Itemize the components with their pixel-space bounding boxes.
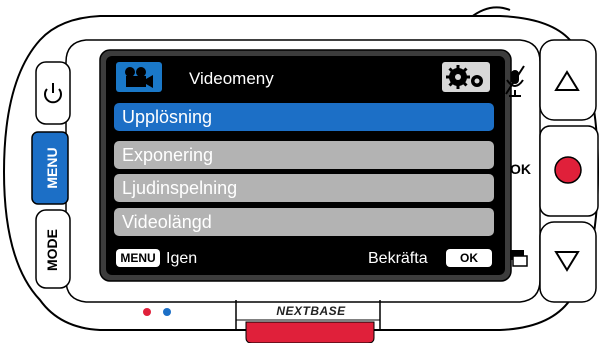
bottom-red-tab <box>245 321 375 343</box>
menu-item-videolangd[interactable]: Videolängd <box>114 208 494 236</box>
menu-item-exponering[interactable]: Exponering <box>114 141 494 169</box>
back-label: Igen <box>166 250 198 267</box>
brand-logo: NEXTBASE <box>276 304 346 318</box>
up-button[interactable] <box>539 39 597 121</box>
menu-button-label: MENU <box>44 147 60 189</box>
led-red <box>143 308 151 316</box>
menu-item-ljudinspelning[interactable]: Ljudinspelning <box>114 174 494 202</box>
ok-label: OK <box>510 161 531 177</box>
lcd-screen: Videomeny Upplösning Exponering Ljudinsp… <box>106 56 505 275</box>
ok-badge: OK <box>446 249 492 267</box>
down-button[interactable] <box>539 221 597 303</box>
settings-gears-icon[interactable] <box>442 62 490 92</box>
menu-badge: MENU <box>116 249 160 267</box>
menu-title: Videomeny <box>189 69 274 88</box>
record-icon <box>554 156 582 184</box>
confirm-label: Bekräfta <box>368 250 428 267</box>
mode-button-label: MODE <box>44 229 60 271</box>
video-camera-icon <box>116 62 162 92</box>
led-blue <box>163 308 171 316</box>
menu-item-upplosning[interactable]: Upplösning <box>114 103 494 131</box>
